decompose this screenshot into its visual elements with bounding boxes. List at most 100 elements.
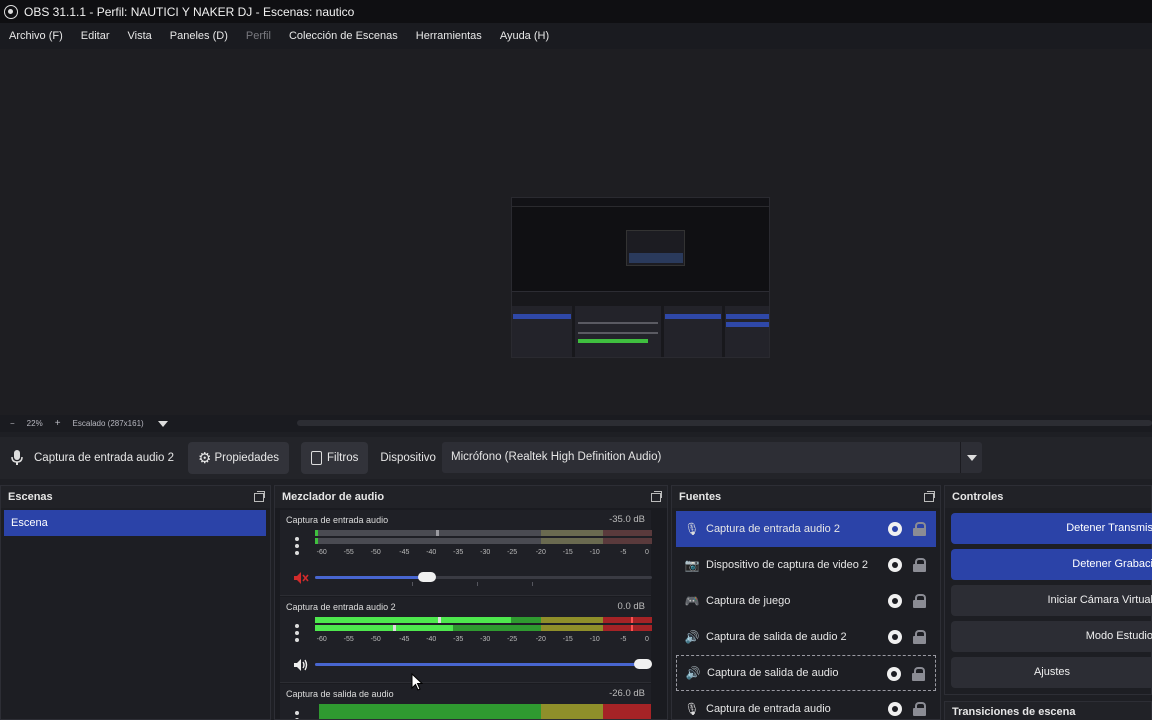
source-item[interactable]: 🎙 Captura de entrada audio 2 bbox=[676, 511, 936, 547]
eye-icon[interactable] bbox=[887, 667, 901, 681]
camera-icon: 📷 bbox=[684, 558, 700, 572]
zoom-bar: − 22% + Escalado (287x161) bbox=[0, 415, 1152, 432]
filters-button-label: Filtros bbox=[327, 452, 359, 464]
mixer-channel: Captura de entrada audio 2 0.0 dB -60 -5… bbox=[280, 597, 652, 683]
scale-label: -40 bbox=[426, 636, 437, 643]
zoom-in-button[interactable]: + bbox=[49, 418, 67, 429]
studio-mode-button[interactable]: Modo Estudio bbox=[951, 621, 1152, 652]
volume-slider-thumb[interactable] bbox=[418, 572, 436, 582]
gear-icon: ⚙ bbox=[198, 450, 212, 467]
channel-menu-icon[interactable] bbox=[292, 711, 302, 719]
speaker-icon: 🔊 bbox=[685, 666, 701, 680]
scenes-title: Escenas bbox=[8, 491, 53, 503]
selected-source-name: Captura de entrada audio 2 bbox=[34, 452, 175, 464]
source-item[interactable]: 🔊 Captura de salida de audio bbox=[676, 655, 936, 691]
lock-icon[interactable] bbox=[912, 667, 925, 681]
title-bar: OBS 31.1.1 - Perfil: NAUTICI Y NAKER DJ … bbox=[0, 0, 1152, 23]
scale-label: -25 bbox=[507, 549, 518, 556]
settings-button[interactable]: Ajustes bbox=[951, 657, 1152, 688]
filters-button[interactable]: Filtros bbox=[301, 442, 369, 474]
lock-icon[interactable] bbox=[913, 594, 926, 608]
undock-icon[interactable] bbox=[651, 490, 662, 502]
scale-label: -30 bbox=[480, 636, 491, 643]
volume-slider-thumb[interactable] bbox=[634, 659, 652, 669]
window-title: OBS 31.1.1 - Perfil: NAUTICI Y NAKER DJ … bbox=[24, 4, 355, 19]
meter-scale: -60 -55 -50 -45 -40 -35 -30 -25 -20 -15 … bbox=[315, 549, 652, 559]
start-virtual-camera-button[interactable]: Iniciar Cámara Virtual bbox=[951, 585, 1152, 616]
menu-ayuda[interactable]: Ayuda (H) bbox=[491, 23, 558, 49]
menu-coleccion-escenas[interactable]: Colección de Escenas bbox=[280, 23, 407, 49]
source-label: Captura de juego bbox=[706, 595, 791, 607]
preview-canvas[interactable] bbox=[0, 49, 1152, 415]
sources-title: Fuentes bbox=[679, 491, 722, 503]
channel-menu-icon[interactable] bbox=[292, 624, 302, 646]
scale-label: 0 bbox=[644, 549, 649, 556]
source-item[interactable]: 🔊 Captura de salida de audio 2 bbox=[676, 619, 936, 655]
preview-scrollbar[interactable] bbox=[297, 420, 1152, 426]
stop-recording-button[interactable]: Detener Grabaci bbox=[951, 549, 1152, 580]
mixer-channel: Captura de entrada audio -35.0 dB -60 -5… bbox=[280, 510, 652, 596]
scale-label: -30 bbox=[480, 549, 491, 556]
audio-mixer-dock: Mezclador de audio Captura de entrada au… bbox=[274, 485, 668, 720]
undock-icon[interactable] bbox=[254, 490, 265, 502]
menu-herramientas[interactable]: Herramientas bbox=[407, 23, 491, 49]
eye-icon[interactable] bbox=[888, 558, 902, 572]
chevron-down-icon[interactable] bbox=[157, 420, 168, 427]
eye-icon[interactable] bbox=[888, 630, 902, 644]
mouse-cursor-icon bbox=[411, 673, 423, 691]
source-item[interactable]: 📷 Dispositivo de captura de video 2 bbox=[676, 547, 936, 583]
volume-slider[interactable] bbox=[315, 659, 652, 669]
stop-streaming-button[interactable]: Detener Transmis bbox=[951, 513, 1152, 544]
undock-icon[interactable] bbox=[924, 490, 935, 502]
mixer-title: Mezclador de audio bbox=[282, 491, 385, 503]
volume-meter bbox=[315, 530, 652, 545]
microphone-icon bbox=[11, 450, 23, 465]
scale-label: -60 bbox=[316, 636, 327, 643]
sources-dock: Fuentes 🎙 Captura de entrada audio 2 📷 D… bbox=[671, 485, 941, 720]
menu-perfil[interactable]: Perfil bbox=[237, 23, 280, 49]
source-label: Captura de entrada audio bbox=[706, 703, 831, 715]
scale-label: -10 bbox=[589, 636, 600, 643]
zoom-out-button[interactable]: − bbox=[4, 419, 21, 428]
menu-vista[interactable]: Vista bbox=[119, 23, 161, 49]
source-label: Captura de salida de audio 2 bbox=[706, 631, 847, 643]
speaker-icon[interactable] bbox=[293, 658, 309, 672]
scale-label: -10 bbox=[589, 549, 600, 556]
menu-paneles[interactable]: Paneles (D) bbox=[161, 23, 237, 49]
mixer-header: Mezclador de audio bbox=[275, 486, 667, 508]
lock-icon[interactable] bbox=[913, 522, 926, 536]
scale-label: -50 bbox=[370, 549, 381, 556]
speaker-icon: 🔊 bbox=[684, 630, 700, 644]
menu-editar[interactable]: Editar bbox=[72, 23, 119, 49]
channel-db: -26.0 dB bbox=[609, 688, 645, 699]
volume-slider[interactable] bbox=[315, 572, 652, 586]
eye-icon[interactable] bbox=[888, 702, 902, 716]
microphone-icon: 🎙 bbox=[684, 522, 700, 536]
filter-icon bbox=[311, 451, 323, 465]
source-item[interactable]: 🎙 Captura de entrada audio bbox=[676, 691, 936, 720]
device-select[interactable]: Micrófono (Realtek High Definition Audio… bbox=[442, 442, 982, 473]
controls-header: Controles bbox=[945, 486, 1151, 508]
eye-icon[interactable] bbox=[888, 594, 902, 608]
scale-label: -45 bbox=[399, 549, 410, 556]
menu-archivo[interactable]: Archivo (F) bbox=[0, 23, 72, 49]
scale-label: -50 bbox=[370, 636, 381, 643]
scenes-dock: Escenas Escena bbox=[0, 485, 271, 720]
channel-db: -35.0 dB bbox=[609, 514, 645, 525]
scenes-header: Escenas bbox=[1, 486, 270, 508]
properties-button-label: Propiedades bbox=[214, 452, 280, 464]
channel-menu-icon[interactable] bbox=[292, 537, 302, 559]
lock-icon[interactable] bbox=[913, 702, 926, 716]
scale-label: -20 bbox=[535, 636, 546, 643]
scale-label: -55 bbox=[343, 549, 354, 556]
scale-label: -15 bbox=[562, 549, 573, 556]
lock-icon[interactable] bbox=[913, 558, 926, 572]
eye-icon[interactable] bbox=[888, 522, 902, 536]
lock-icon[interactable] bbox=[913, 630, 926, 644]
properties-button[interactable]: ⚙ Propiedades bbox=[188, 442, 290, 474]
source-label: Dispositivo de captura de video 2 bbox=[706, 559, 869, 571]
scene-item[interactable]: Escena bbox=[4, 510, 266, 536]
source-item[interactable]: 🎮 Captura de juego bbox=[676, 583, 936, 619]
muted-speaker-icon[interactable] bbox=[293, 571, 309, 585]
chevron-down-icon[interactable] bbox=[960, 442, 982, 473]
